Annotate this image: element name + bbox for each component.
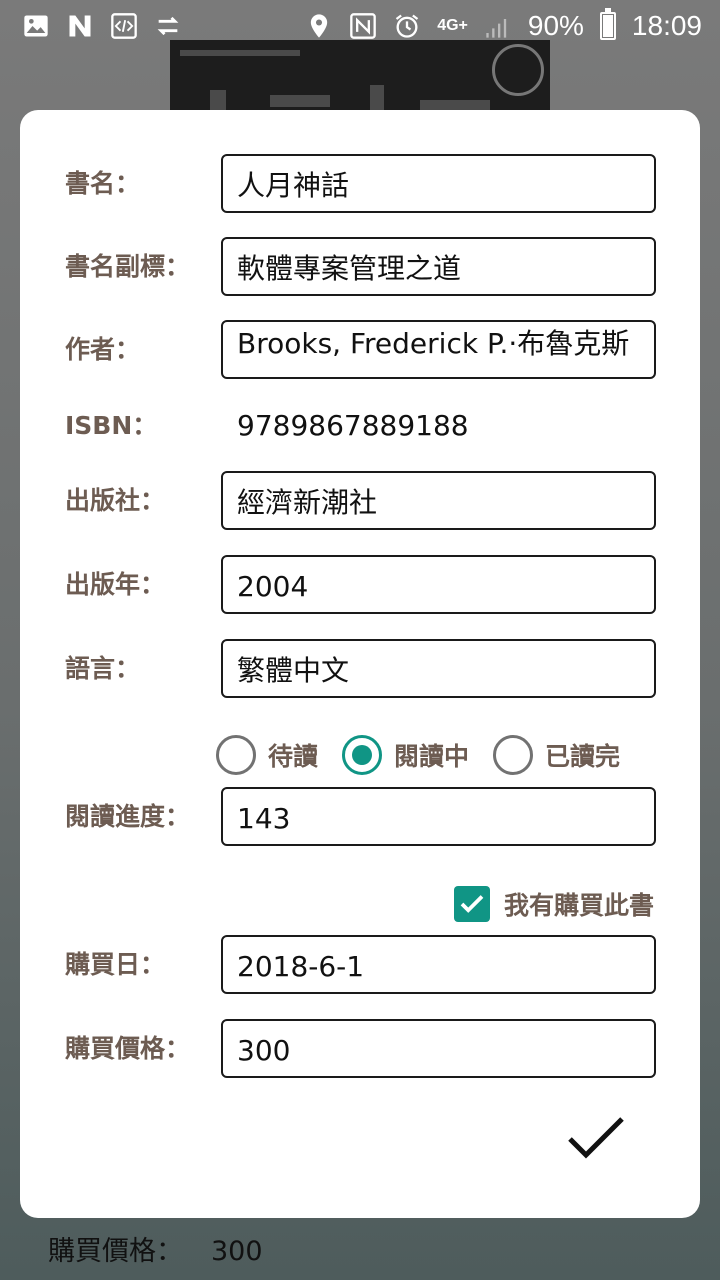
radio-to-read[interactable]: 待讀 (216, 735, 318, 775)
publisher-row: 出版社： 經濟新潮社 (20, 471, 700, 531)
alarm-icon (393, 12, 421, 40)
author-row: 作者： Brooks, Frederick P.·布魯克斯 (20, 320, 700, 380)
year-row: 出版年： 2004 (20, 555, 700, 615)
purchased-label: 我有購買此書 (503, 891, 654, 920)
reading-status-radio-group: 待讀 閱讀中 已讀完 (216, 732, 644, 778)
subtitle-row: 書名副標： 軟體專案管理之道 (20, 237, 700, 297)
publisher-input[interactable]: 經濟新潮社 (221, 471, 656, 530)
title-label: 書名： (65, 169, 141, 198)
purchased-checkbox-row[interactable]: 我有購買此書 (453, 884, 654, 924)
background-price-label: 購買價格： (48, 1236, 183, 1267)
language-row: 語言： 繁體中文 (20, 639, 700, 699)
nfc-icon (349, 12, 377, 40)
radio-finished[interactable]: 已讀完 (493, 735, 620, 775)
confirm-button[interactable] (560, 1108, 632, 1168)
radio-button-checked[interactable] (342, 735, 383, 775)
battery-icon (599, 8, 616, 40)
sync-icon (154, 12, 182, 40)
language-input[interactable]: 繁體中文 (221, 639, 656, 698)
background-price-row: 購買價格： 300 (48, 1230, 263, 1274)
radio-reading[interactable]: 閱讀中 (342, 735, 469, 775)
radio-label: 待讀 (268, 742, 319, 771)
title-row: 書名： 人月神話 (20, 154, 700, 214)
purchase-date-input[interactable]: 2018-6-1 (221, 935, 656, 994)
isbn-row: ISBN： 9789867889188 (20, 396, 700, 456)
purchased-checkbox[interactable] (453, 886, 490, 922)
radio-button[interactable] (216, 735, 256, 775)
radio-label: 閱讀中 (394, 742, 470, 771)
edit-book-dialog: 書名： 人月神話 書名副標： 軟體專案管理之道 作者： Brooks, Fred… (20, 110, 700, 1218)
progress-label: 閱讀進度： (65, 802, 191, 831)
isbn-value: 9789867889188 (237, 409, 469, 442)
battery-text: 90% (527, 10, 584, 41)
language-label: 語言： (65, 654, 141, 683)
status-bar-left (22, 12, 182, 40)
subtitle-label: 書名副標： (65, 252, 191, 281)
image-icon (22, 12, 50, 40)
progress-row: 閱讀進度： 143 (20, 787, 700, 847)
network-type: 4G+ (437, 17, 468, 34)
check-icon (460, 895, 484, 913)
radio-button[interactable] (493, 735, 534, 775)
year-input[interactable]: 2004 (221, 555, 656, 614)
title-input[interactable]: 人月神話 (221, 154, 656, 213)
checkmark-icon (568, 1117, 624, 1159)
subtitle-input[interactable]: 軟體專案管理之道 (221, 237, 656, 296)
author-label: 作者： (65, 335, 141, 364)
progress-input[interactable]: 143 (221, 787, 656, 846)
radio-label: 已讀完 (545, 742, 621, 771)
year-label: 出版年： (65, 570, 166, 599)
code-icon (110, 12, 138, 40)
signal-icon (484, 12, 512, 40)
purchase-date-row: 購買日： 2018-6-1 (20, 935, 700, 995)
publisher-label: 出版社： (65, 486, 166, 515)
price-input[interactable]: 300 (221, 1019, 656, 1078)
isbn-label: ISBN： (65, 411, 158, 440)
background-price-value: 300 (211, 1236, 263, 1267)
n-icon (66, 12, 94, 40)
status-bar-right: 4G+ 90% 18:09 (305, 8, 702, 42)
price-label: 購買價格： (65, 1034, 191, 1063)
author-input[interactable]: Brooks, Frederick P.·布魯克斯 (221, 320, 656, 379)
clock: 18:09 (631, 10, 702, 41)
location-icon (305, 12, 333, 40)
price-row: 購買價格： 300 (20, 1019, 700, 1079)
purchase-date-label: 購買日： (65, 950, 166, 979)
